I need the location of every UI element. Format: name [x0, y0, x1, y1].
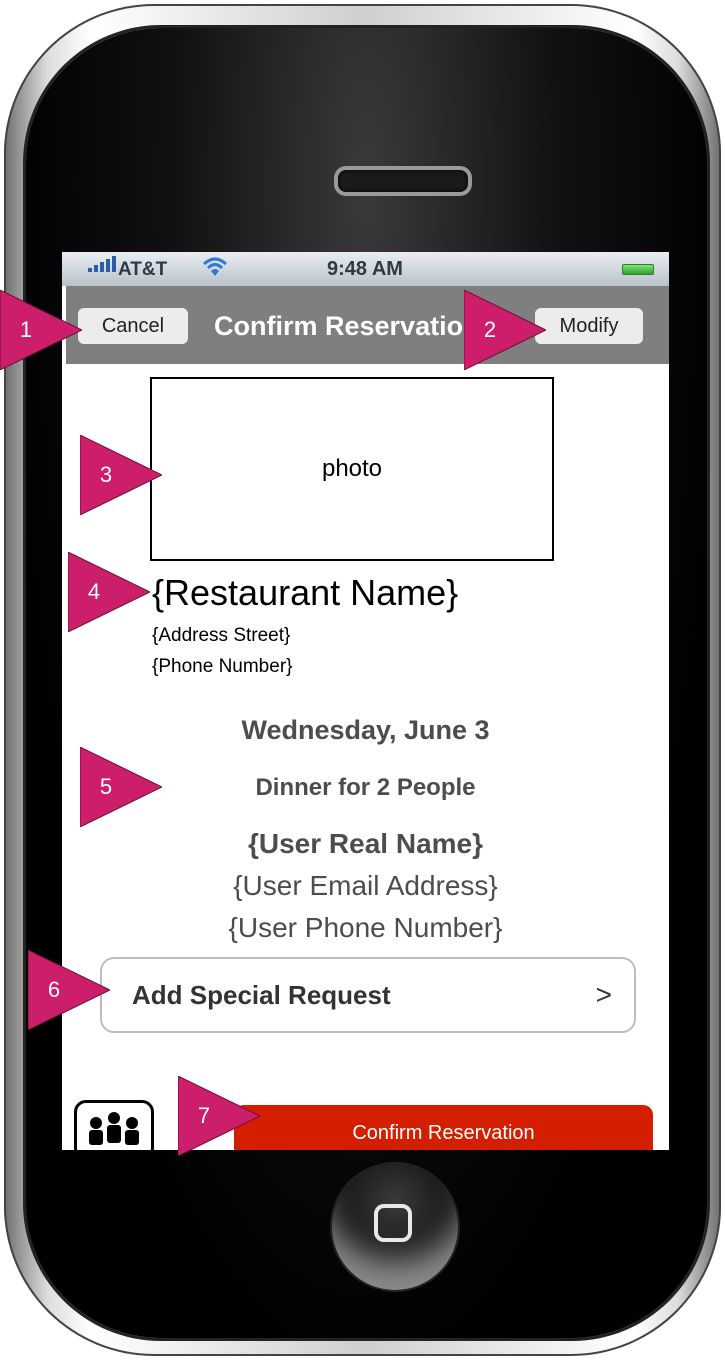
carrier-name: AT&T — [118, 259, 168, 280]
status-bar: AT&T 9:48 AM — [62, 252, 669, 286]
home-button[interactable] — [332, 1164, 458, 1290]
annotation-marker-6: 6 — [28, 950, 110, 1030]
chevron-right-icon: > — [595, 979, 612, 1010]
wifi-icon — [202, 256, 228, 284]
restaurant-photo-placeholder: photo — [150, 377, 554, 561]
screen: AT&T 9:48 AM Cancel Confirm Reservation … — [62, 252, 669, 1150]
annotation-marker-1: 1 — [0, 290, 82, 370]
reservation-date: Wednesday, June 3 — [241, 715, 490, 745]
navigation-bar: Cancel Confirm Reservation Modify — [66, 286, 669, 364]
special-request-label: Add Special Request — [132, 979, 391, 1010]
user-name: {User Real Name} — [247, 828, 484, 859]
restaurant-name: {Restaurant Name} — [152, 572, 459, 613]
home-square-icon — [374, 1204, 412, 1242]
annotation-marker-2: 2 — [464, 290, 546, 370]
annotation-marker-4: 4 — [68, 552, 150, 632]
speaker-grille — [334, 166, 472, 196]
status-time: 9:48 AM — [327, 258, 403, 280]
user-phone: {User Phone Number} — [228, 912, 503, 943]
battery-icon — [622, 264, 654, 275]
annotation-marker-7: 7 — [178, 1076, 260, 1156]
confirm-reservation-button[interactable]: Confirm Reservation — [234, 1105, 653, 1150]
photo-label: photo — [321, 455, 383, 482]
page-title: Confirm Reservation — [214, 311, 480, 341]
user-email: {User Email Address} — [233, 870, 498, 901]
cancel-button[interactable]: Cancel — [78, 308, 188, 344]
modify-button[interactable]: Modify — [535, 308, 643, 344]
people-group-icon[interactable] — [74, 1100, 154, 1150]
annotation-marker-3: 3 — [80, 435, 162, 515]
restaurant-address: {Address Street} — [152, 625, 291, 646]
annotation-marker-5: 5 — [80, 747, 162, 827]
add-special-request-button[interactable]: Add Special Request > — [100, 957, 636, 1033]
restaurant-phone: {Phone Number} — [152, 656, 293, 677]
